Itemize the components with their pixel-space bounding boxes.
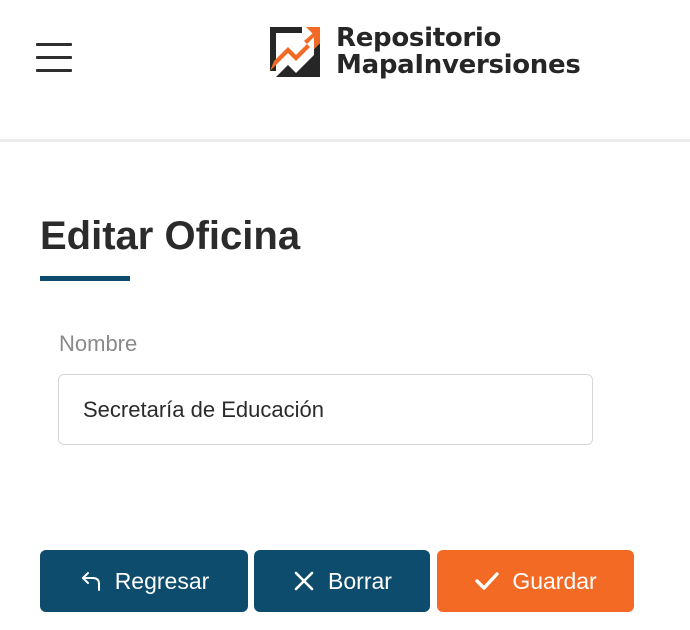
- close-x-icon: [294, 571, 314, 591]
- logo-line2: MapaInversiones: [336, 50, 581, 80]
- return-arrow-icon: [81, 572, 100, 591]
- name-label: Nombre: [59, 331, 138, 356]
- hamburger-menu-icon[interactable]: [36, 43, 72, 73]
- top-header: Repositorio MapaInversiones: [0, 0, 690, 142]
- clear-button-label: Borrar: [328, 567, 392, 594]
- site-logo[interactable]: Repositorio MapaInversiones: [268, 24, 581, 80]
- logo-text: Repositorio MapaInversiones: [336, 25, 581, 79]
- checkmark-icon: [475, 572, 500, 590]
- save-button-label: Guardar: [512, 567, 597, 594]
- title-underline: [40, 276, 130, 281]
- logo-line1: Repositorio: [336, 23, 502, 53]
- name-input[interactable]: [58, 374, 593, 445]
- clear-button[interactable]: Borrar: [254, 550, 430, 612]
- save-button[interactable]: Guardar: [437, 550, 634, 612]
- back-button-label: Regresar: [114, 567, 210, 594]
- page-title: Editar Oficina: [40, 214, 301, 258]
- back-button[interactable]: Regresar: [40, 550, 248, 612]
- growth-chart-logo-icon: [270, 27, 320, 77]
